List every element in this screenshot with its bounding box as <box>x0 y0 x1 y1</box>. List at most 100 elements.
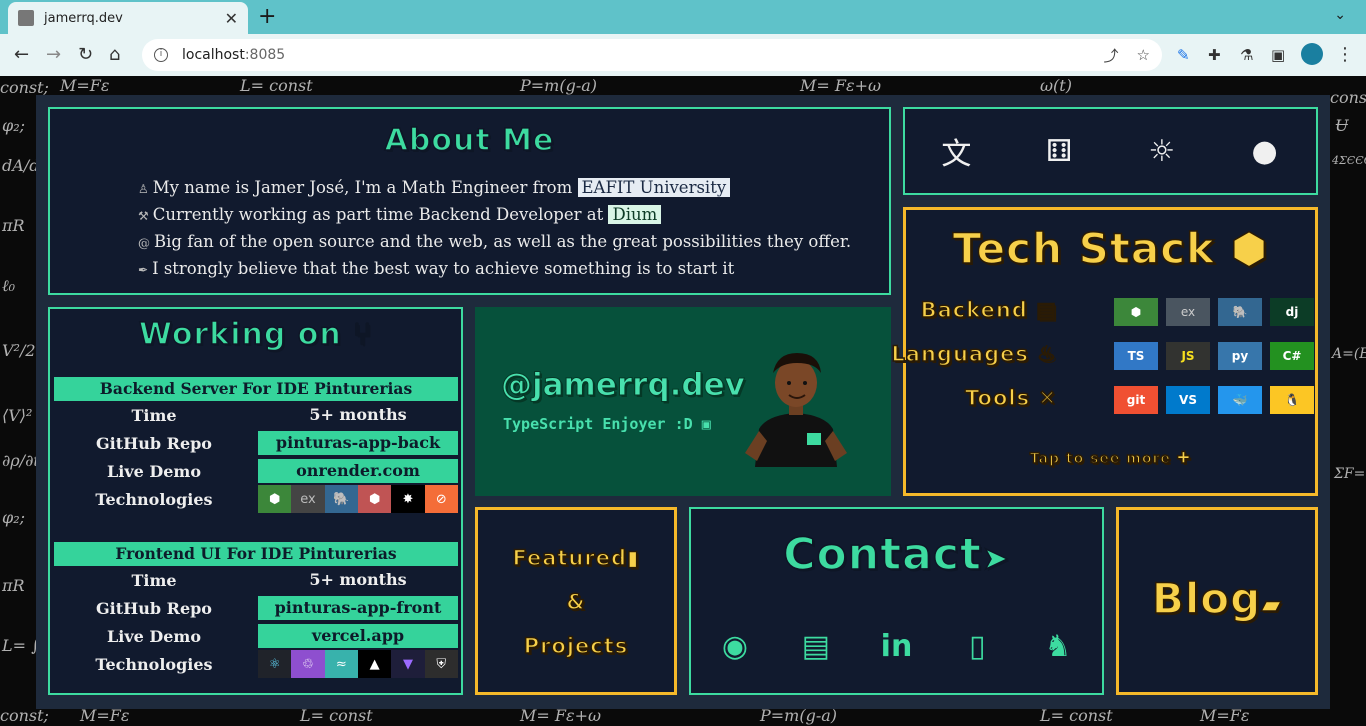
blog-title: Blog▰ <box>1119 573 1315 624</box>
extension-pen-icon[interactable]: ✎ <box>1177 46 1190 64</box>
menu-kebab-icon[interactable]: ⋮ <box>1336 44 1354 65</box>
javascript-badge: JS <box>1166 342 1210 370</box>
plus-message-icon: ✚ <box>1176 447 1192 468</box>
vercel-icon: ▲ <box>357 650 392 678</box>
contact-icons: ◉ ▤ in ▯ ♞ <box>715 629 1078 664</box>
new-tab-icon[interactable]: + <box>258 4 276 29</box>
browser-tab-strip: jamerrq.dev ✕ + ⌄ <box>0 0 1366 34</box>
document-icon[interactable]: ▯ <box>957 629 997 664</box>
tap-to-see-more[interactable]: Tap to see more ✚ <box>906 447 1315 468</box>
side-panel-icon[interactable]: ▣ <box>1271 46 1285 64</box>
tagline-text: TypeScript Enjoyer :D <box>503 415 693 433</box>
math-fragment: ⟨V⟩² <box>2 406 33 425</box>
about-me-lines: ♙ My name is Jamer José, I'm a Math Engin… <box>138 175 851 283</box>
paper-plane-icon: ➤ <box>981 538 1010 578</box>
home-icon[interactable]: ⌂ <box>109 44 120 65</box>
profile-avatar[interactable] <box>1301 43 1323 65</box>
demo-link[interactable]: onrender.com <box>258 459 458 483</box>
express-icon: ex <box>291 485 325 513</box>
flask-icon[interactable]: ⚗ <box>1240 46 1253 64</box>
address-bar[interactable]: i localhost:8085 ⤴ ☆ <box>142 39 1162 71</box>
github-icon[interactable]: ◉ <box>715 629 755 664</box>
tech-stack-title: Tech Stack ⬢ <box>906 223 1315 274</box>
upwork-icon[interactable]: ♞ <box>1038 629 1078 664</box>
project-backend: Backend Server For IDE Pinturerias Time … <box>54 377 458 513</box>
math-fragment: ΣF=ma <box>1334 466 1366 482</box>
profile-handle: @jamerrq.dev <box>501 367 746 404</box>
tech-stack-card[interactable]: Tech Stack ⬢ Backend ▤ ⬢ ex 🐘 dj Languag… <box>891 207 1318 496</box>
repo-link[interactable]: pinturas-app-back <box>258 431 458 455</box>
github-icon[interactable]: ● <box>1245 134 1285 169</box>
tech-label: Technologies <box>95 654 213 674</box>
eafit-university-link[interactable]: EAFIT University <box>577 178 731 197</box>
bookmark-star-icon[interactable]: ☆ <box>1137 46 1150 64</box>
git-branch-icon: ⑂ <box>352 316 373 353</box>
vite-icon: ▼ <box>391 650 425 678</box>
dium-link[interactable]: Dium <box>608 205 662 224</box>
working-on-title: Working on ⑂ <box>50 316 461 353</box>
contact-card: Contact➤ ◉ ▤ in ▯ ♞ <box>689 507 1104 695</box>
project-name: Backend Server For IDE Pinturerias <box>54 377 458 401</box>
tech-label-text: Tools <box>964 385 1031 411</box>
server-icon: ▤ <box>1035 297 1057 323</box>
tech-row-backend: Backend ▤ ⬢ ex 🐘 dj <box>906 297 1315 326</box>
project-demo-row: Live Demo vercel.app <box>54 622 458 650</box>
profile-tagline: TypeScript Enjoyer :D ▣ <box>503 415 711 433</box>
about-line-open-source: @ Big fan of the open source and the web,… <box>138 229 851 256</box>
close-tab-icon[interactable]: ✕ <box>225 9 238 28</box>
share-icon[interactable]: ⤴ <box>1104 45 1119 66</box>
render-icon: ✸ <box>391 485 425 513</box>
linkedin-icon[interactable]: in <box>877 629 917 664</box>
sun-icon[interactable]: ☼ <box>1142 134 1182 169</box>
math-fragment: Ʉ <box>1335 116 1349 135</box>
contact-card-icon[interactable]: ▤ <box>796 629 836 664</box>
featured-projects-card[interactable]: Featured▮ & Projects <box>475 507 677 695</box>
math-fragment: πR <box>2 216 25 235</box>
time-value: 5+ months <box>309 405 407 424</box>
square-icon: ▣ <box>701 415 711 433</box>
about-line-text: My name is Jamer José, I'm a Math Engine… <box>152 178 573 197</box>
briefcase-icon: ⚒ <box>138 209 149 223</box>
about-line-text: I strongly believe that the best way to … <box>152 259 735 278</box>
math-fragment: V²/2 <box>2 341 36 360</box>
demo-label: Live Demo <box>106 461 202 481</box>
settings-icon-row: 文 ⚅ ☼ ● <box>905 109 1316 193</box>
repo-link[interactable]: pinturas-app-front <box>258 596 458 620</box>
tech-badges: TS JS py C# <box>1114 342 1314 370</box>
working-on-card: Working on ⑂ Backend Server For IDE Pint… <box>48 307 463 695</box>
about-line-text: Big fan of the open source and the web, … <box>154 232 852 251</box>
time-label: Time <box>131 405 177 425</box>
linux-badge: 🐧 <box>1270 386 1314 414</box>
project-frontend: Frontend UI For IDE Pinturerias Time 5+ … <box>54 542 458 678</box>
blog-title-text: Blog <box>1151 573 1262 624</box>
about-line-name: ♙ My name is Jamer José, I'm a Math Engin… <box>138 175 851 202</box>
translate-icon[interactable]: 文 <box>936 129 976 173</box>
python-badge: py <box>1218 342 1262 370</box>
dice-icon[interactable]: ⚅ <box>1039 134 1079 169</box>
about-line-text: Currently working as part time Backend D… <box>152 205 604 224</box>
math-fragment: ℓ₀ <box>2 276 16 295</box>
forward-arrow-icon[interactable]: → <box>46 44 61 65</box>
repo-label: GitHub Repo <box>96 433 212 453</box>
blog-card[interactable]: Blog▰ <box>1116 507 1318 695</box>
demo-link[interactable]: vercel.app <box>258 624 458 648</box>
ampersand-label: & <box>566 589 586 615</box>
projects-label: Projects <box>523 633 629 659</box>
back-arrow-icon[interactable]: ← <box>14 44 29 65</box>
extensions-puzzle-icon[interactable]: ✚ <box>1208 46 1221 64</box>
tech-icons: ⬢ ex 🐘 ⬢ ✸ ⊘ <box>258 485 458 513</box>
reload-icon[interactable]: ↻ <box>78 44 93 65</box>
favicon-icon <box>18 10 34 26</box>
browser-tab[interactable]: jamerrq.dev ✕ <box>8 2 248 34</box>
working-on-title-text: Working on <box>138 316 342 353</box>
repo-label: GitHub Repo <box>96 598 212 618</box>
project-demo-row: Live Demo onrender.com <box>54 457 458 485</box>
bookmark-icon: ▮ <box>626 545 640 571</box>
about-line-belief: ✒ I strongly believe that the best way to… <box>138 256 851 283</box>
settings-icon-bar: 文 ⚅ ☼ ● <box>903 107 1318 195</box>
math-fragment: πR <box>2 576 25 595</box>
tab-search-chevron-icon[interactable]: ⌄ <box>1334 7 1346 23</box>
site-info-icon[interactable]: i <box>154 48 168 62</box>
tech-stack-title-text: Tech Stack <box>952 223 1216 274</box>
math-fragment: L= const <box>240 76 313 95</box>
